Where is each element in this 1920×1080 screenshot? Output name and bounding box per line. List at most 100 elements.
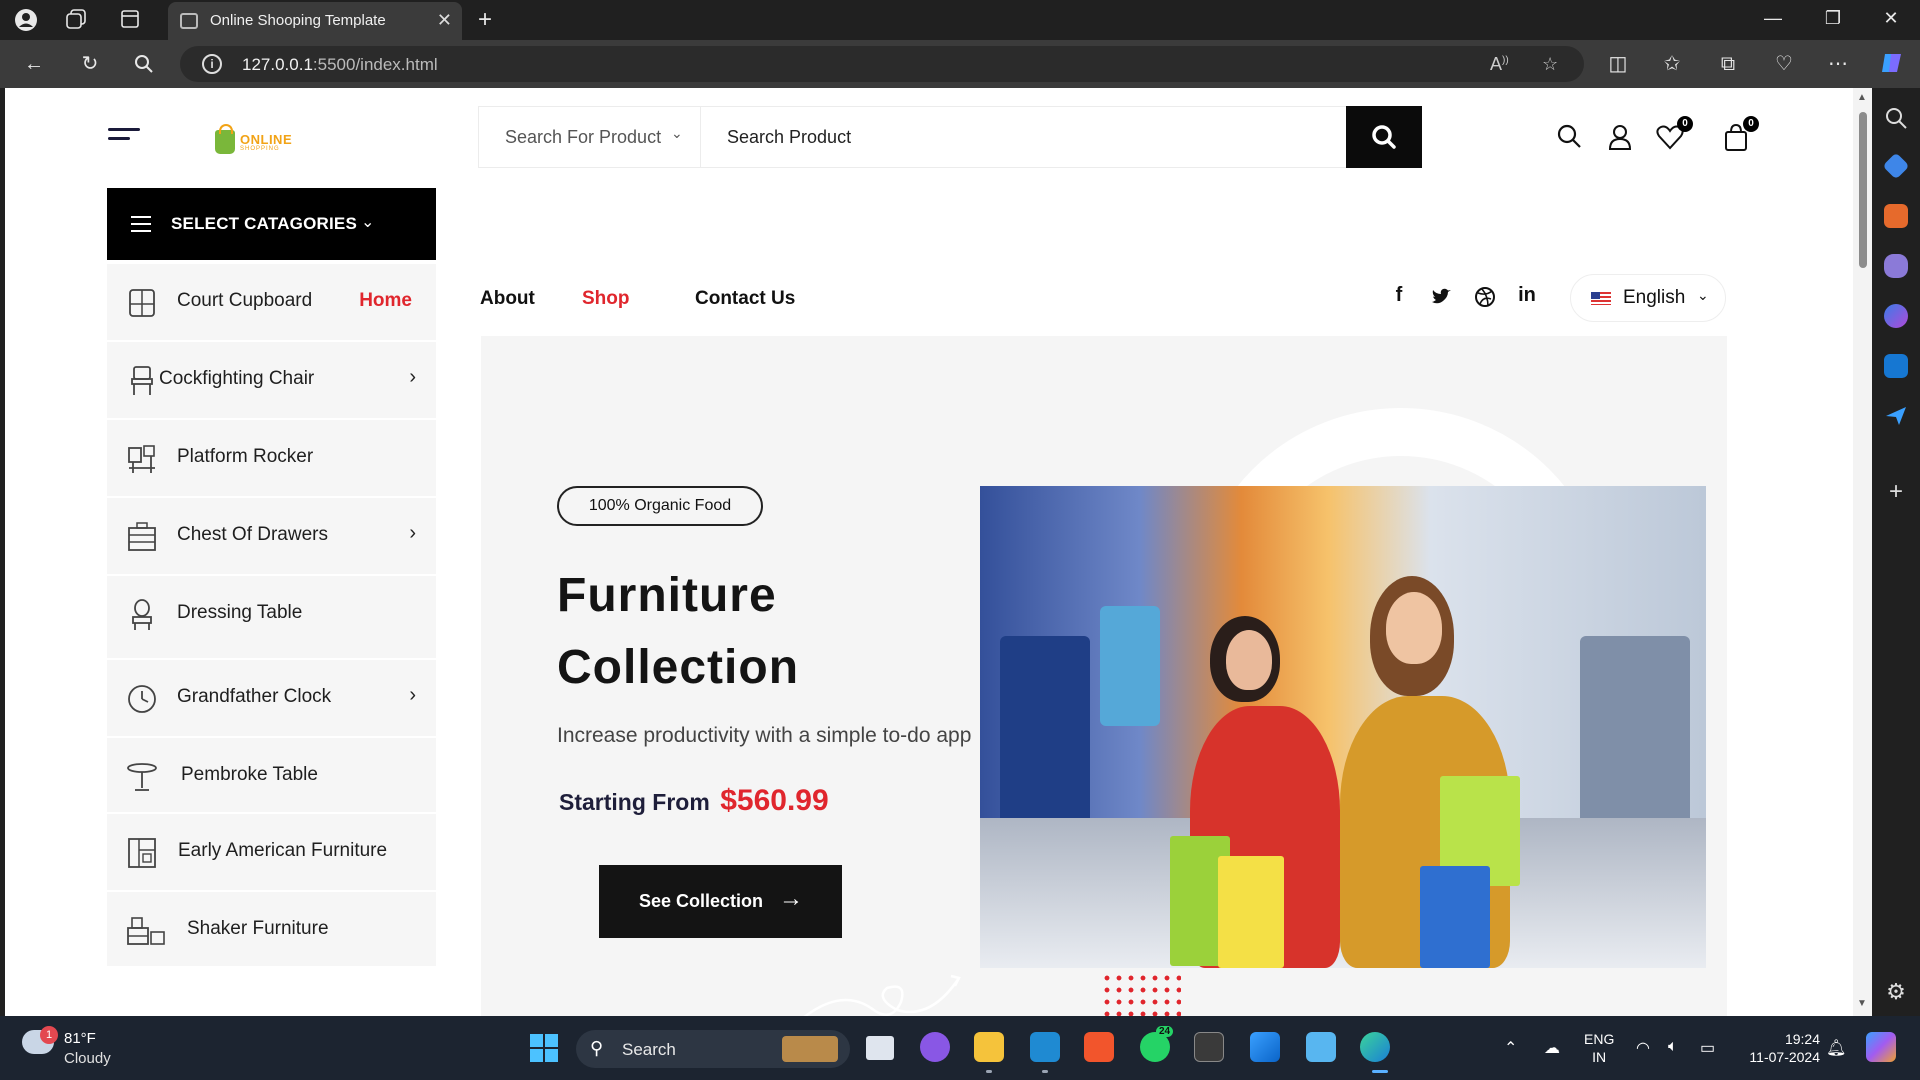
page-scrollbar[interactable]: ▲ ▼	[1853, 88, 1872, 1016]
search-input[interactable]	[701, 107, 1335, 167]
outlook-icon[interactable]	[1884, 354, 1908, 378]
home-link[interactable]: Home	[359, 290, 412, 312]
nav-about[interactable]: About	[480, 288, 535, 310]
read-aloud-icon[interactable]: A))	[1490, 54, 1509, 75]
category-item-court-cupboard[interactable]: Court Cupboard Home	[107, 264, 436, 342]
chevron-down-icon: ⌄	[361, 214, 375, 231]
category-list: Court Cupboard Home Cockfighting Chair ›…	[107, 264, 436, 968]
clock[interactable]: 19:24 11-07-2024	[1738, 1030, 1820, 1066]
chevron-up-icon[interactable]: ⌃	[1504, 1038, 1517, 1058]
microsoft-365-icon[interactable]	[1884, 304, 1908, 328]
twitter-icon[interactable]	[1429, 284, 1453, 308]
scrollbar-thumb[interactable]	[1859, 112, 1867, 268]
taskbar-search[interactable]: ⚲ Search	[576, 1030, 850, 1068]
close-window-icon[interactable]: ✕	[1876, 8, 1906, 29]
refresh-icon[interactable]: ↻	[76, 50, 104, 78]
organic-badge: 100% Organic Food	[557, 486, 763, 526]
battery-icon[interactable]: ▭	[1700, 1038, 1715, 1058]
copilot-icon[interactable]	[1866, 1032, 1896, 1062]
dribbble-icon[interactable]	[1473, 284, 1497, 308]
price-row: Starting From $560.99	[559, 784, 829, 817]
shopping-tag-icon[interactable]	[1882, 152, 1910, 180]
wifi-icon[interactable]: ◠	[1636, 1038, 1650, 1058]
new-tab-icon[interactable]: +	[478, 6, 492, 34]
category-item-cockfighting-chair[interactable]: Cockfighting Chair ›	[107, 342, 436, 420]
dressing-table-icon	[132, 599, 152, 630]
favorite-star-icon[interactable]: ☆	[1542, 54, 1558, 75]
temperature[interactable]: 81°F	[64, 1030, 96, 1047]
price-value: $560.99	[720, 784, 829, 817]
search-category-select[interactable]: Search For Product ⌄	[479, 107, 701, 167]
language-select[interactable]: English ⌄	[1570, 274, 1726, 322]
browser-essentials-icon[interactable]: ♡	[1770, 50, 1798, 78]
furniture-icon	[127, 917, 165, 945]
minimize-icon[interactable]: —	[1758, 8, 1788, 29]
category-item-shaker-furniture[interactable]: Shaker Furniture	[107, 892, 436, 968]
notepad-icon[interactable]	[1306, 1032, 1336, 1062]
notification-bell-icon[interactable]: 🔔︎	[1826, 1038, 1846, 1058]
weather-condition[interactable]: Cloudy	[64, 1050, 111, 1067]
windows-start-icon[interactable]	[530, 1034, 558, 1062]
search-highlight-image	[782, 1036, 838, 1062]
workspaces-icon[interactable]	[64, 8, 88, 32]
input-language[interactable]: ENG IN	[1584, 1030, 1614, 1066]
category-item-grandfather-clock[interactable]: Grandfather Clock ›	[107, 660, 436, 738]
add-icon[interactable]: +	[1884, 480, 1908, 504]
see-collection-button[interactable]: See Collection →	[599, 865, 842, 938]
url-field[interactable]: i 127.0.0.1:5500/index.html A)) ☆	[180, 46, 1584, 82]
facebook-icon[interactable]: f	[1387, 284, 1411, 308]
restore-icon[interactable]: ❐	[1818, 8, 1848, 29]
sidebar-search-icon[interactable]	[1884, 106, 1908, 130]
site-info-icon[interactable]: i	[202, 54, 222, 74]
profile-icon[interactable]	[14, 8, 38, 32]
github-icon[interactable]	[920, 1032, 950, 1062]
back-icon[interactable]: ←	[20, 50, 48, 78]
select-categories-button[interactable]: SELECT CATAGORIES ⌄	[107, 188, 436, 260]
active-tab[interactable]: Online Shooping Template ✕	[168, 2, 462, 40]
clock-icon	[128, 685, 156, 713]
games-icon[interactable]	[1884, 254, 1908, 278]
linkedin-icon[interactable]: in	[1515, 284, 1539, 308]
nav-contact-us[interactable]: Contact Us	[695, 288, 795, 310]
search-button[interactable]	[1346, 106, 1422, 168]
file-explorer-icon[interactable]	[974, 1032, 1004, 1062]
task-view-icon[interactable]	[866, 1036, 894, 1060]
cabinet-icon	[128, 838, 156, 868]
menu-toggle-icon[interactable]	[108, 128, 140, 146]
vscode-icon[interactable]	[1030, 1032, 1060, 1062]
shopping-bag-logo-icon	[215, 124, 235, 154]
send-icon[interactable]	[1884, 404, 1908, 428]
header-search-icon[interactable]	[1555, 122, 1585, 152]
settings-gear-icon[interactable]: ⚙	[1884, 980, 1908, 1004]
favorites-icon[interactable]: ✩	[1658, 50, 1686, 78]
category-item-early-american-furniture[interactable]: Early American Furniture	[107, 814, 436, 892]
tools-icon[interactable]	[1884, 204, 1908, 228]
category-item-chest-of-drawers[interactable]: Chest Of Drawers ›	[107, 498, 436, 576]
photos-icon[interactable]	[1250, 1032, 1280, 1062]
edge-icon[interactable]	[1360, 1032, 1390, 1062]
us-flag-icon	[1591, 292, 1611, 305]
volume-icon[interactable]: 🔈︎	[1668, 1038, 1678, 1056]
chevron-right-icon: ›	[409, 684, 416, 706]
collections-icon[interactable]: ⧉	[1714, 50, 1742, 78]
search-icon[interactable]	[130, 50, 158, 78]
account-icon[interactable]	[1605, 122, 1635, 152]
arrow-right-icon: →	[779, 885, 803, 912]
cart-icon[interactable]: 0	[1721, 116, 1759, 152]
nav-shop[interactable]: Shop	[582, 288, 630, 310]
onedrive-icon[interactable]: ☁	[1544, 1038, 1560, 1058]
vertical-tabs-icon[interactable]	[118, 8, 142, 32]
close-tab-icon[interactable]: ✕	[437, 10, 452, 31]
wishlist-icon[interactable]: 0	[1655, 116, 1693, 152]
category-item-pembroke-table[interactable]: Pembroke Table	[107, 738, 436, 814]
terminal-icon[interactable]	[1194, 1032, 1224, 1062]
category-item-dressing-table[interactable]: Dressing Table	[107, 576, 436, 660]
site-logo[interactable]: ONLINE SHOPPING	[215, 124, 305, 160]
category-item-platform-rocker[interactable]: Platform Rocker	[107, 420, 436, 498]
browser-sidebar: + ⚙	[1872, 88, 1920, 1016]
more-menu-icon[interactable]: ⋯	[1824, 50, 1852, 78]
copilot-icon[interactable]	[1878, 50, 1906, 78]
brave-icon[interactable]	[1084, 1032, 1114, 1062]
hero-shopping-image	[980, 486, 1706, 968]
split-screen-icon[interactable]: ◫	[1604, 50, 1632, 78]
